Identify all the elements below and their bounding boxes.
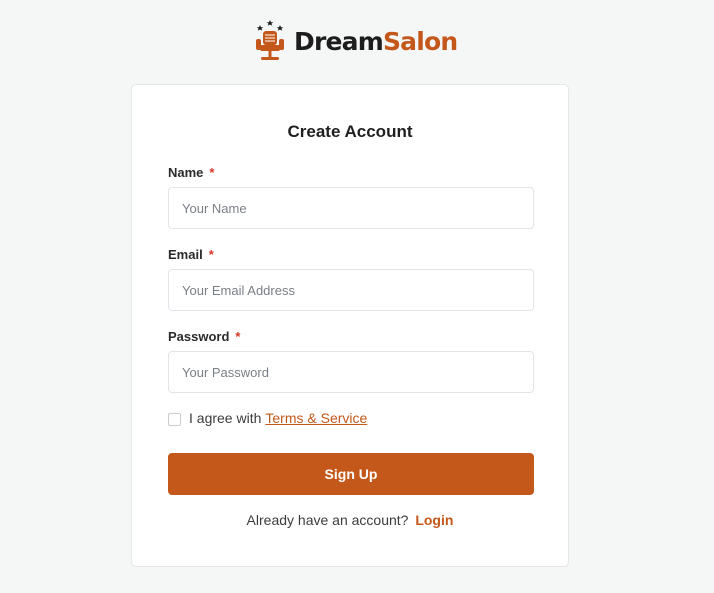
email-label: Email *: [168, 247, 214, 262]
password-label: Password *: [168, 329, 240, 344]
brand-name: DreamSalon: [294, 26, 458, 56]
agree-text: I agree with: [189, 410, 262, 426]
barber-chair-icon: [256, 20, 284, 60]
name-label: Name *: [168, 165, 214, 180]
brand-name-part2: Salon: [382, 26, 458, 56]
brand-logo[interactable]: DreamSalon: [252, 18, 458, 64]
password-field[interactable]: [168, 351, 534, 393]
login-prompt: Already have an account? Login: [132, 512, 568, 528]
terms-agreement: I agree with Terms & Service: [168, 410, 367, 426]
sign-up-button[interactable]: Sign Up: [168, 453, 534, 495]
login-link[interactable]: Login: [415, 512, 453, 528]
brand-name-part1: Dream: [294, 26, 384, 56]
signup-card: Create Account Name * Email * Password * I …: [131, 84, 569, 567]
email-field[interactable]: [168, 269, 534, 311]
have-account-text: Already have an account?: [246, 512, 409, 528]
name-field[interactable]: [168, 187, 534, 229]
required-asterisk: *: [209, 165, 215, 180]
name-label-text: Name: [168, 165, 204, 180]
required-asterisk: *: [235, 329, 241, 344]
terms-checkbox[interactable]: [168, 412, 181, 426]
email-label-text: Email: [168, 247, 203, 262]
page-title: Create Account: [287, 122, 413, 141]
required-asterisk: *: [208, 247, 214, 262]
terms-link[interactable]: Terms & Service: [265, 410, 367, 426]
password-label-text: Password: [168, 329, 230, 344]
